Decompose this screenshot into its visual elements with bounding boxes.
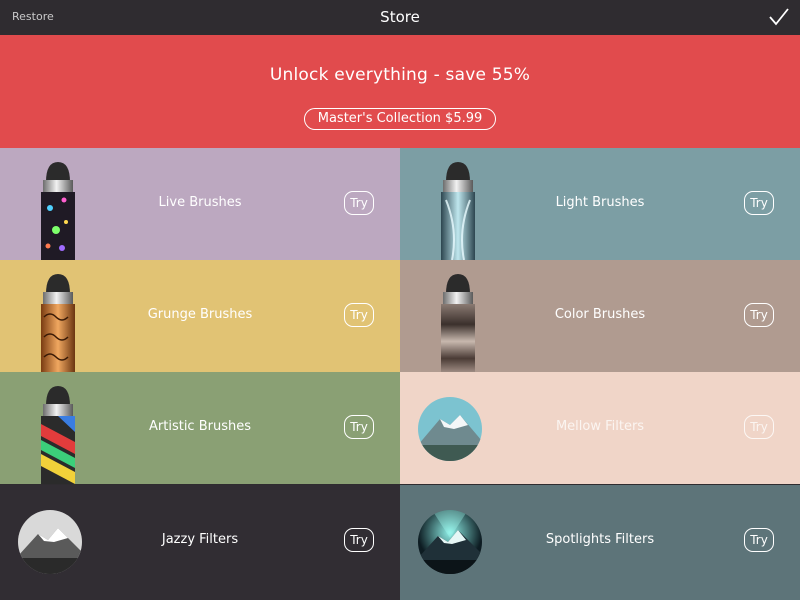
artistic-brush-stylus-icon (41, 386, 75, 484)
item-label: Grunge Brushes (147, 307, 253, 322)
grunge-brush-stylus-icon (41, 274, 75, 372)
item-label: Mellow Filters (555, 419, 645, 434)
checkmark-icon[interactable] (768, 6, 790, 28)
try-button[interactable]: Try (744, 528, 774, 552)
store-item-mellow-filters[interactable]: Mellow Filters Try (400, 372, 800, 484)
store-item-artistic-brushes[interactable]: Artistic Brushes Try (0, 372, 400, 484)
item-label: Artistic Brushes (149, 419, 251, 434)
store-item-color-brushes[interactable]: Color Brushes Try (400, 260, 800, 372)
try-button[interactable]: Try (344, 528, 374, 552)
page-title: Store (380, 8, 420, 26)
store-item-live-brushes[interactable]: Live Brushes Try (0, 148, 400, 260)
item-label: Live Brushes (158, 195, 242, 210)
color-brush-stylus-icon (441, 274, 475, 372)
promo-headline: Unlock everything - save 55% (269, 65, 531, 85)
try-button[interactable]: Try (344, 191, 374, 215)
try-button[interactable]: Try (744, 191, 774, 215)
item-label: Color Brushes (554, 307, 646, 322)
item-label: Spotlights Filters (545, 532, 655, 547)
store-item-light-brushes[interactable]: Light Brushes Try (400, 148, 800, 260)
item-label: Light Brushes (555, 195, 645, 210)
store-item-grunge-brushes[interactable]: Grunge Brushes Try (0, 260, 400, 372)
store-item-spotlights-filters[interactable]: Spotlights Filters Try (400, 485, 800, 600)
try-button[interactable]: Try (344, 303, 374, 327)
try-button[interactable]: Try (344, 415, 374, 439)
masters-collection-button[interactable]: Master's Collection $5.99 (304, 108, 496, 130)
nav-bar: Restore Store (0, 0, 800, 35)
promo-banner: Unlock everything - save 55% Master's Co… (0, 35, 800, 148)
live-brush-stylus-icon (41, 162, 75, 260)
try-button[interactable]: Try (744, 303, 774, 327)
store-item-jazzy-filters[interactable]: Jazzy Filters Try (0, 485, 400, 600)
light-brush-stylus-icon (441, 162, 475, 260)
try-button[interactable]: Try (744, 415, 774, 439)
item-label: Jazzy Filters (161, 532, 239, 547)
